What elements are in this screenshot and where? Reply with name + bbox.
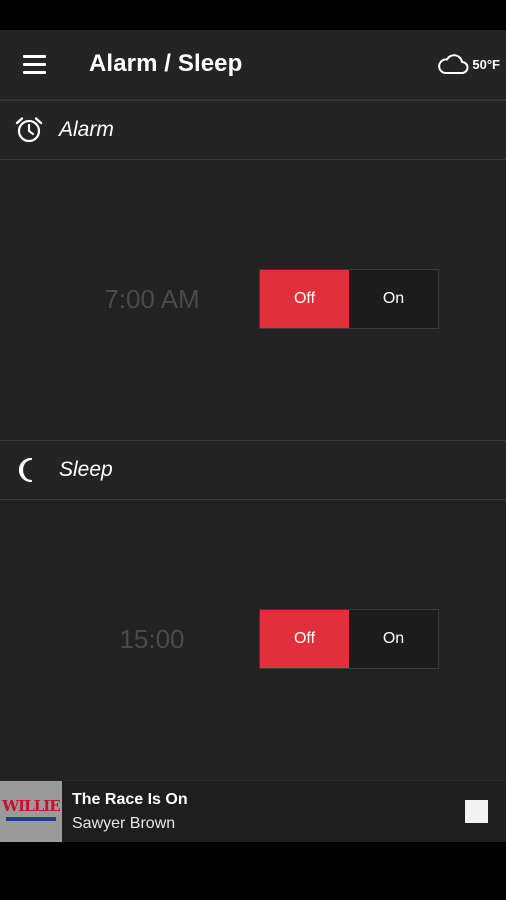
stop-icon[interactable] xyxy=(465,800,488,823)
alarm-section-label: Alarm xyxy=(59,118,114,141)
sleep-section-label: Sleep xyxy=(59,458,113,481)
page-title: Alarm / Sleep xyxy=(89,50,243,77)
status-bar xyxy=(0,0,506,30)
alarm-section-header: Alarm xyxy=(0,100,506,160)
weather-widget[interactable]: 50°F xyxy=(437,50,500,78)
sleep-time[interactable]: 15:00 xyxy=(52,624,252,655)
app-toolbar: Alarm / Sleep 50°F xyxy=(0,30,506,100)
track-title: The Race Is On xyxy=(72,791,188,808)
sleep-off-button[interactable]: Off xyxy=(260,610,349,668)
station-logo-text: WILLIE xyxy=(2,797,60,815)
alarm-on-button[interactable]: On xyxy=(349,270,438,328)
alarm-clock-icon xyxy=(15,117,43,143)
sleep-section-header: Sleep xyxy=(0,440,506,500)
track-artist: Sawyer Brown xyxy=(72,815,176,832)
sleep-on-button[interactable]: On xyxy=(349,610,438,668)
alarm-toggle: Off On xyxy=(259,269,439,329)
alarm-settings: 7:00 AM Off On xyxy=(0,160,506,440)
hamburger-menu-icon[interactable] xyxy=(14,47,54,83)
alarm-off-button[interactable]: Off xyxy=(260,270,349,328)
alarm-time[interactable]: 7:00 AM xyxy=(52,284,252,315)
station-logo[interactable]: WILLIE xyxy=(0,781,62,843)
weather-temperature: 50°F xyxy=(472,56,500,72)
now-playing-bar[interactable]: WILLIE The Race Is On Sawyer Brown xyxy=(0,780,506,843)
moon-icon xyxy=(18,457,33,483)
cloud-icon xyxy=(438,54,469,74)
sleep-toggle: Off On xyxy=(259,609,439,669)
station-logo-bar xyxy=(6,817,56,821)
system-nav-bar xyxy=(0,842,506,900)
app-screen: Alarm / Sleep 50°F Alarm 7:00 AM Off On … xyxy=(0,30,506,843)
sleep-settings: 15:00 Off On xyxy=(0,500,506,780)
